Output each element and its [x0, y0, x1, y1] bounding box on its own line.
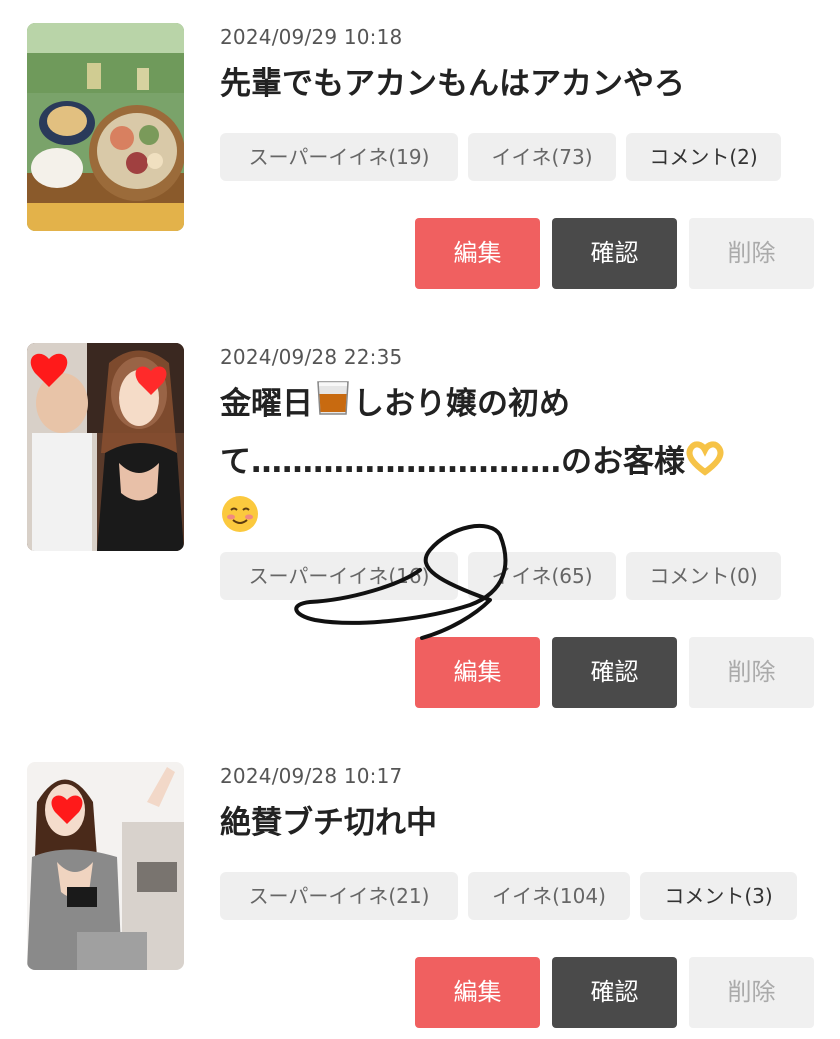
food-photo-image: [27, 23, 184, 231]
heart-hands-icon: [685, 439, 725, 493]
post-date: 2024/09/28 10:17: [220, 764, 403, 788]
post-title[interactable]: 金曜日 しおり嬢の初めて…………………………のお客様: [220, 377, 820, 551]
super-like-count[interactable]: スーパーイイネ(21): [220, 872, 458, 920]
delete-button[interactable]: 削除: [689, 637, 814, 708]
post-meta: 2024/09/28 10:17 絶賛ブチ切れ中: [220, 762, 820, 850]
post-meta: 2024/09/28 22:35 金曜日 しおり嬢の初めて…………………………のお…: [220, 343, 820, 551]
post-actions: 編集 確認 削除: [415, 218, 814, 289]
super-like-count[interactable]: スーパーイイネ(19): [220, 133, 458, 181]
post-title-part: 金曜日: [220, 386, 313, 422]
super-like-count[interactable]: スーパーイイネ(16): [220, 552, 458, 600]
edit-button[interactable]: 編集: [415, 218, 540, 289]
post-title[interactable]: 先輩でもアカンもんはアカンやろ: [220, 57, 820, 111]
like-count[interactable]: イイネ(104): [468, 872, 630, 920]
comment-count[interactable]: コメント(2): [626, 133, 781, 181]
delete-button[interactable]: 削除: [689, 957, 814, 1028]
post-date: 2024/09/29 10:18: [220, 25, 403, 49]
edit-button[interactable]: 編集: [415, 637, 540, 708]
whiskey-glass-icon: [313, 378, 353, 435]
edit-button[interactable]: 編集: [415, 957, 540, 1028]
post-thumbnail-couple[interactable]: [27, 343, 184, 551]
couple-photo-image: [27, 343, 184, 551]
comment-count[interactable]: コメント(3): [640, 872, 797, 920]
portrait-photo-image: [27, 762, 184, 970]
like-count[interactable]: イイネ(73): [468, 133, 616, 181]
post-meta: 2024/09/29 10:18 先輩でもアカンもんはアカンやろ: [220, 23, 820, 111]
confirm-button[interactable]: 確認: [552, 957, 677, 1028]
post-title[interactable]: 絶賛ブチ切れ中: [220, 796, 820, 850]
confirm-button[interactable]: 確認: [552, 637, 677, 708]
post-actions: 編集 確認 削除: [415, 637, 814, 708]
like-count[interactable]: イイネ(65): [468, 552, 616, 600]
post-thumbnail-food[interactable]: [27, 23, 184, 231]
confirm-button[interactable]: 確認: [552, 218, 677, 289]
post-stats: スーパーイイネ(16) イイネ(65) コメント(0): [220, 552, 781, 600]
post-actions: 編集 確認 削除: [415, 957, 814, 1028]
post-stats: スーパーイイネ(21) イイネ(104) コメント(3): [220, 872, 797, 920]
post-date: 2024/09/28 22:35: [220, 345, 403, 369]
delete-button[interactable]: 削除: [689, 218, 814, 289]
smiling-face-icon: [220, 494, 260, 551]
comment-count[interactable]: コメント(0): [626, 552, 781, 600]
post-thumbnail-portrait[interactable]: [27, 762, 184, 970]
post-stats: スーパーイイネ(19) イイネ(73) コメント(2): [220, 133, 781, 181]
